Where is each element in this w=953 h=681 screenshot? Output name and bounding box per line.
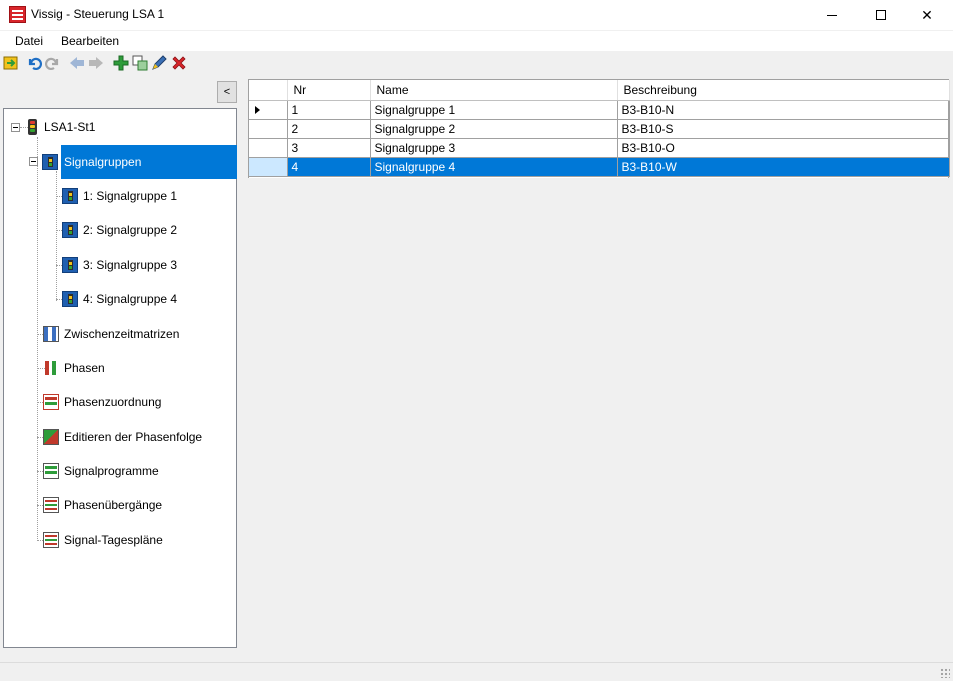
tree-node-label: 1: Signalgruppe 1 [83,189,178,203]
signal-group-icon [62,222,78,238]
table-row-selected[interactable]: 4 Signalgruppe 4 B3-B10-W [249,157,950,177]
column-header-name[interactable]: Name [370,80,618,101]
row-header[interactable] [249,119,288,139]
phase-sequence-icon [43,429,59,445]
menu-bearbeiten[interactable]: Bearbeiten [61,34,119,48]
close-button[interactable]: ✕ [904,0,950,30]
tree-node-label: 4: Signalgruppe 4 [83,292,178,306]
collapse-panel-button[interactable]: < [217,81,237,103]
maximize-icon [876,10,886,20]
tree-node-label: Zwischenzeitmatrizen [64,327,180,341]
tree-connector [37,137,38,541]
menu-datei[interactable]: Datei [15,34,43,48]
cell-beschreibung[interactable]: B3-B10-W [617,157,950,177]
toolbar [0,51,953,75]
phase-assignment-icon [43,394,59,410]
signal-group-icon [62,257,78,273]
cell-beschreibung[interactable]: B3-B10-O [617,138,950,158]
phases-icon [43,360,59,376]
row-header[interactable] [249,157,288,177]
tree-node-label: 3: Signalgruppe 3 [83,258,178,272]
cell-name[interactable]: Signalgruppe 3 [370,138,618,158]
column-header-beschreibung[interactable]: Beschreibung [617,80,950,101]
delete-icon[interactable] [171,55,187,71]
grid-corner-header[interactable] [249,80,288,101]
back-icon[interactable] [69,55,85,71]
tree-node-signal-tagesplaene[interactable]: Signal-Tagespläne [43,530,165,550]
cell-nr[interactable]: 3 [287,138,371,158]
app-icon [9,6,26,23]
current-row-icon [255,105,260,114]
grid-header-row: Nr Name Beschreibung [249,80,950,101]
tree-node-signalgruppe-4[interactable]: 4: Signalgruppe 4 [62,289,179,309]
cell-nr[interactable]: 1 [287,100,371,120]
tree-node-signalgruppe-1[interactable]: 1: Signalgruppe 1 [62,186,179,206]
tree-expander-signalgruppen[interactable] [29,157,38,166]
tree-node-zwischenzeitmatrizen[interactable]: Zwischenzeitmatrizen [43,324,181,344]
tree-expander-root[interactable] [11,123,20,132]
tree-node-label: Phasenzuordnung [64,395,162,409]
resize-grip-icon[interactable] [940,668,950,678]
cell-name[interactable]: Signalgruppe 1 [370,100,618,120]
tree-node-label: Signalgruppen [61,145,237,179]
tree-node-label: Phasen [64,361,105,375]
row-header[interactable] [249,138,288,158]
status-bar [0,662,953,681]
forward-icon[interactable] [88,55,104,71]
tree-node-signalprogramme[interactable]: Signalprogramme [43,461,161,481]
tree-node-phasenuebergaenge[interactable]: Phasenübergänge [43,495,164,515]
tree-node-label: 2: Signalgruppe 2 [83,223,178,237]
minimize-icon [827,14,837,16]
navigation-tree: LSA1-St1 Signalgruppen 1: Signalgruppe 1… [3,108,237,648]
cell-beschreibung[interactable]: B3-B10-S [617,119,950,139]
tree-node-phasenzuordnung[interactable]: Phasenzuordnung [43,392,163,412]
signal-group-icon [62,291,78,307]
table-row[interactable]: 2 Signalgruppe 2 B3-B10-S [249,119,950,139]
tree-node-label: Editieren der Phasenfolge [64,430,203,444]
cell-nr[interactable]: 2 [287,119,371,139]
cell-beschreibung[interactable]: B3-B10-N [617,100,950,120]
daily-plan-icon [43,532,59,548]
cell-name[interactable]: Signalgruppe 2 [370,119,618,139]
close-icon: ✕ [921,6,933,23]
minimize-button[interactable] [809,0,855,30]
tree-node-lsa1-st1[interactable]: LSA1-St1 [25,117,97,137]
tree-connector [56,171,57,301]
matrix-icon [43,326,59,342]
tree-node-label: Phasenübergänge [64,498,163,512]
tree-node-signalgruppe-3[interactable]: 3: Signalgruppe 3 [62,255,179,275]
menu-bar: Datei Bearbeiten [0,31,953,51]
tree-node-phasenfolge[interactable]: Editieren der Phasenfolge [43,427,204,447]
copy-icon[interactable] [132,55,148,71]
tree-node-label: Signal-Tagespläne [64,533,163,547]
cell-name[interactable]: Signalgruppe 4 [370,157,618,177]
maximize-button[interactable] [858,0,904,30]
table-row[interactable]: 3 Signalgruppe 3 B3-B10-O [249,138,950,158]
window-title: Vissig - Steuerung LSA 1 [31,7,165,21]
undo-icon[interactable] [26,55,42,71]
signal-groups-grid: Nr Name Beschreibung 1 Signalgruppe 1 B3… [248,79,950,178]
tree-node-phasen[interactable]: Phasen [43,358,107,378]
add-icon[interactable] [113,55,129,71]
tree-node-signalgruppen[interactable]: Signalgruppen [42,145,237,179]
signal-group-icon [42,154,58,170]
traffic-light-icon [28,119,37,135]
tree-node-label: Signalprogramme [64,464,159,478]
signal-group-icon [62,188,78,204]
redo-icon[interactable] [45,55,61,71]
table-row[interactable]: 1 Signalgruppe 1 B3-B10-N [249,100,950,120]
edit-icon[interactable] [151,55,167,71]
tree-node-label: LSA1-St1 [44,120,96,134]
column-header-nr[interactable]: Nr [287,80,371,101]
title-bar: Vissig - Steuerung LSA 1 ✕ [0,0,953,30]
tree-node-signalgruppe-2[interactable]: 2: Signalgruppe 2 [62,220,179,240]
signal-program-icon [43,463,59,479]
row-header[interactable] [249,100,288,120]
cell-nr[interactable]: 4 [287,157,371,177]
import-icon[interactable] [3,55,19,71]
phase-transition-icon [43,497,59,513]
